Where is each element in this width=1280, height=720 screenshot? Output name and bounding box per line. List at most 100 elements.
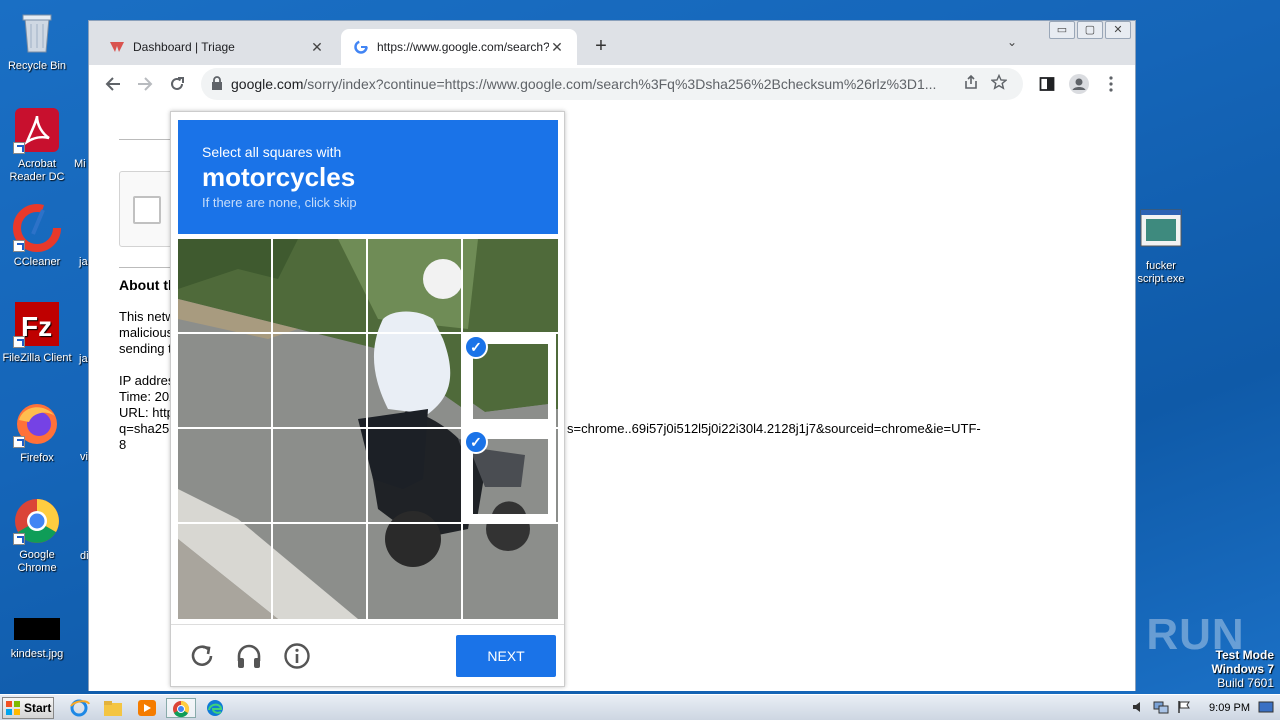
about-heading: About th — [119, 277, 177, 293]
challenge-footer: NEXT — [171, 624, 564, 687]
triage-favicon-icon — [109, 39, 125, 55]
tab-strip: Dashboard | Triage ✕ https://www.google.… — [89, 21, 1135, 65]
grid-cell[interactable] — [368, 429, 461, 522]
close-window-button[interactable]: ✕ — [1105, 21, 1131, 39]
volume-icon[interactable] — [1131, 700, 1145, 717]
desktop-icon-label: Firefox — [20, 452, 54, 464]
grid-cell[interactable] — [273, 429, 366, 522]
chrome-taskbar-icon[interactable] — [166, 698, 196, 718]
reload-button[interactable] — [161, 68, 193, 100]
desktop-icon-label: Google Chrome — [17, 549, 57, 574]
desktop-icon-filezilla[interactable]: Fz FileZilla Client — [0, 300, 74, 365]
desktop-icon-label: kindest.jpg — [10, 648, 64, 660]
edge-taskbar-icon[interactable] — [204, 698, 226, 718]
taskbar: Start 9:09 PM — [0, 694, 1280, 720]
side-panel-button[interactable] — [1031, 68, 1063, 100]
challenge-target: motorcycles — [202, 162, 356, 192]
tab-title: Dashboard | Triage — [133, 40, 235, 54]
close-tab-icon[interactable]: ✕ — [549, 39, 565, 55]
desktop-icon-acrobat[interactable]: Acrobat Reader DC — [0, 106, 74, 184]
minimize-button[interactable]: ▭ — [1049, 21, 1075, 39]
url-path: /sorry/index?continue=https://www.google… — [303, 76, 937, 92]
windows-logo-icon — [6, 701, 20, 715]
recaptcha-checkbox[interactable] — [133, 196, 161, 224]
start-button[interactable]: Start — [2, 697, 54, 719]
window-controls: ▭ ▢ ✕ — [1049, 21, 1131, 39]
start-label: Start — [24, 701, 52, 715]
media-player-taskbar-icon[interactable] — [136, 698, 158, 718]
test-mode-watermark: Test Mode Windows 7 Build 7601 — [1211, 648, 1274, 690]
grid-cell[interactable] — [368, 524, 461, 617]
grid-cell[interactable] — [273, 334, 366, 427]
desktop-icon-chrome[interactable]: Google Chrome — [0, 497, 74, 575]
ip-address-line: IP addres — [119, 373, 175, 388]
tab-dashboard-triage[interactable]: Dashboard | Triage ✕ — [97, 29, 337, 65]
desktop-icon-firefox[interactable]: Firefox — [0, 400, 74, 465]
profile-button[interactable] — [1063, 68, 1095, 100]
url-line: q=sha256 — [119, 421, 177, 436]
maximize-button[interactable]: ▢ — [1077, 21, 1103, 39]
tab-title: https://www.google.com/search?q= — [377, 40, 549, 54]
lock-icon — [211, 75, 231, 93]
new-tab-button[interactable]: + — [589, 35, 613, 59]
reload-challenge-icon[interactable] — [187, 641, 217, 671]
action-center-flag-icon[interactable] — [1177, 700, 1191, 717]
challenge-instruction: Select all squares with — [202, 144, 342, 160]
forward-button[interactable] — [129, 68, 161, 100]
address-bar[interactable]: google.com/sorry/index?continue=https://… — [201, 68, 1023, 100]
selected-checkmark-icon: ✓ — [464, 430, 488, 454]
desktop-icon-recycle-bin[interactable]: Recycle Bin — [0, 8, 74, 73]
paragraph-line: sending t — [119, 341, 172, 356]
url-line-end: 8 — [119, 437, 127, 452]
image-grid: ✓ ✓ — [178, 239, 558, 619]
grid-cell[interactable] — [273, 239, 366, 332]
svg-text:Fz: Fz — [21, 311, 52, 342]
info-icon[interactable] — [282, 641, 312, 671]
chrome-icon — [13, 497, 61, 545]
ie-taskbar-icon[interactable] — [68, 698, 90, 718]
url-tail: s=chrome..69i57j0i512l5j0i22i30l4.2128j1… — [567, 421, 981, 436]
grid-cell[interactable] — [178, 239, 271, 332]
back-arrow-icon — [105, 77, 120, 91]
share-icon[interactable] — [957, 74, 985, 94]
audio-challenge-headphones-icon[interactable] — [234, 641, 264, 671]
grid-cell[interactable] — [178, 524, 271, 617]
challenge-hint: If there are none, click skip — [202, 195, 357, 210]
grid-cell[interactable] — [368, 239, 461, 332]
tab-google-search[interactable]: https://www.google.com/search?q= ✕ — [341, 29, 577, 65]
clock[interactable]: 9:09 PM — [1209, 702, 1250, 714]
grid-cell[interactable]: ✓ — [463, 334, 556, 427]
next-button[interactable]: NEXT — [456, 635, 556, 677]
grid-cell[interactable] — [178, 334, 271, 427]
back-button[interactable] — [97, 68, 129, 100]
desktop-icon-label: Acrobat Reader DC — [9, 158, 65, 183]
watermark-line: Build 7601 — [1217, 676, 1274, 690]
url-line: URL: http — [119, 405, 174, 420]
explorer-taskbar-icon[interactable] — [102, 698, 124, 718]
grid-cell[interactable]: ✓ — [463, 429, 556, 522]
network-icon[interactable] — [1153, 700, 1169, 717]
grid-cell[interactable] — [273, 524, 366, 617]
grid-cell[interactable] — [368, 334, 461, 427]
shortcut-arrow-icon — [13, 142, 25, 154]
reload-icon — [171, 77, 184, 90]
url-text: google.com/sorry/index?continue=https://… — [231, 76, 957, 92]
recycle-bin-icon — [13, 8, 61, 56]
system-tray: 9:09 PM — [1131, 695, 1280, 720]
shortcut-arrow-icon — [13, 240, 25, 252]
show-desktop-icon[interactable] — [1258, 700, 1274, 717]
close-tab-icon[interactable]: ✕ — [309, 39, 325, 55]
bookmark-star-icon[interactable] — [985, 73, 1013, 94]
forward-arrow-icon — [138, 77, 153, 91]
tab-search-chevron-icon[interactable]: ⌄ — [1007, 35, 1017, 49]
request-details: IP addres Time: 202 URL: http q=sha256 8 — [119, 373, 176, 453]
desktop-icon-label: Recycle Bin — [7, 60, 67, 72]
grid-cell[interactable] — [463, 524, 556, 617]
grid-cell[interactable] — [178, 429, 271, 522]
chrome-menu-button[interactable] — [1095, 68, 1127, 100]
desktop-icon-kindest[interactable]: kindest.jpg — [0, 616, 74, 661]
grid-cell[interactable] — [463, 239, 556, 332]
desktop-icon-ccleaner[interactable]: CCleaner — [0, 204, 74, 269]
ccleaner-icon — [13, 204, 61, 252]
info-paragraph: This netw malicious sending t — [119, 309, 175, 357]
